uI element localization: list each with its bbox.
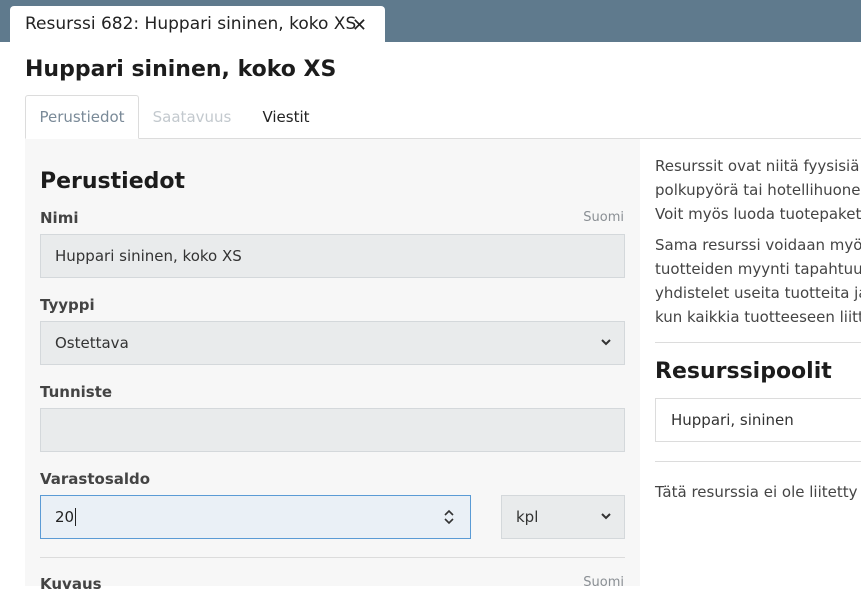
- sidebar-divider: [655, 461, 861, 462]
- chevron-down-icon: [600, 336, 612, 352]
- resource-pool-item[interactable]: Huppari, sininen: [655, 398, 861, 442]
- sidebar-divider: [655, 342, 861, 343]
- help-text-line: Sama resurssi voidaan myös: [655, 236, 861, 254]
- unit-value: kpl: [516, 508, 539, 526]
- section-title: Perustiedot: [40, 169, 186, 194]
- resource-pools-title: Resurssipoolit: [655, 359, 832, 384]
- help-text-line: polkupyörä tai hotellihuone.: [655, 181, 861, 199]
- close-icon[interactable]: ✕: [352, 15, 367, 36]
- not-linked-text: Tätä resurssia ei ole liitetty s: [655, 483, 861, 501]
- help-text-line: tuotteiden myynti tapahtuu k: [655, 260, 861, 278]
- help-text-line: Voit myös luoda tuotepakett: [655, 205, 861, 223]
- type-label: Tyyppi: [40, 296, 95, 314]
- resource-pool-label: Huppari, sininen: [671, 411, 794, 429]
- description-language-label: Suomi: [583, 575, 624, 590]
- help-text-line: Resurssit ovat niitä fyysisiä a: [655, 157, 861, 175]
- help-text-2: Sama resurssi voidaan myös tuotteiden my…: [655, 233, 861, 329]
- spinner-arrows-icon[interactable]: [444, 508, 454, 529]
- chevron-down-icon: [600, 510, 612, 526]
- tab-viestit[interactable]: Viestit: [261, 95, 311, 139]
- stock-value: 20: [55, 508, 75, 526]
- type-value: Ostettava: [55, 334, 129, 352]
- name-language-label: Suomi: [583, 210, 624, 225]
- help-text-line: kun kaikkia tuotteeseen liitty: [655, 308, 861, 326]
- name-label: Nimi: [40, 209, 79, 227]
- name-field[interactable]: Huppari sininen, koko XS: [40, 234, 625, 278]
- name-value: Huppari sininen, koko XS: [55, 247, 242, 265]
- tab-saatavuus: Saatavuus: [152, 108, 232, 126]
- type-select[interactable]: Ostettava: [40, 321, 625, 365]
- form-divider: [40, 557, 625, 558]
- page-title: Huppari sininen, koko XS: [25, 57, 337, 82]
- stock-quantity-input[interactable]: 20: [40, 495, 471, 539]
- stock-label: Varastosaldo: [40, 470, 151, 488]
- description-label: Kuvaus: [40, 575, 102, 593]
- app-top-bar: Resurssi 682: Huppari sininen, koko XS ✕: [0, 0, 861, 42]
- text-caret: [75, 508, 77, 526]
- subtab-bar: Perustiedot Saatavuus Viestit: [25, 95, 861, 139]
- identifier-field[interactable]: [40, 408, 625, 452]
- unit-select[interactable]: kpl: [501, 495, 625, 539]
- help-text-line: yhdistelet useita tuotteita ja: [655, 284, 861, 302]
- identifier-label: Tunniste: [40, 383, 113, 401]
- help-text-1: Resurssit ovat niitä fyysisiä a polkupyö…: [655, 154, 861, 226]
- resource-tab-title: Resurssi 682: Huppari sininen, koko XS: [25, 14, 357, 34]
- tab-perustiedot[interactable]: Perustiedot: [25, 95, 139, 139]
- resource-tab[interactable]: Resurssi 682: Huppari sininen, koko XS ✕: [10, 6, 385, 42]
